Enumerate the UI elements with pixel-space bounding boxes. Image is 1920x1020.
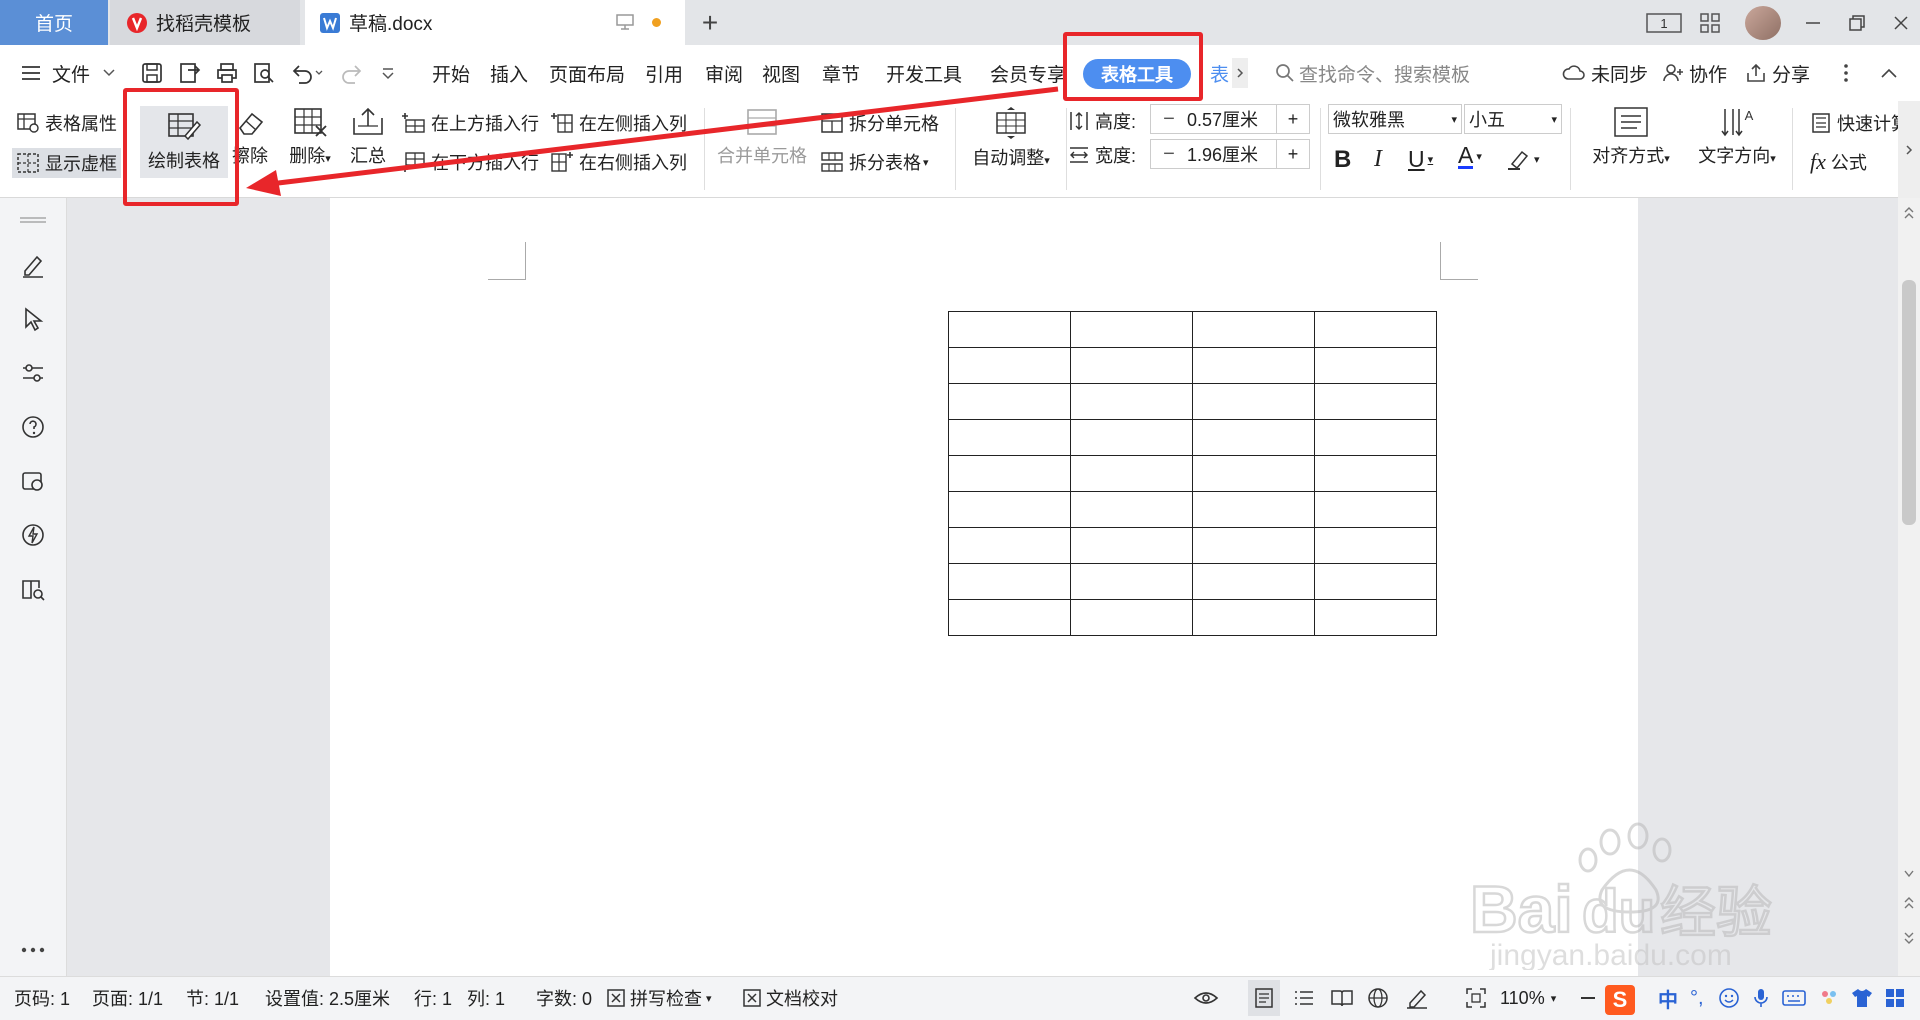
annotation-arrow-icon xyxy=(246,86,1059,196)
